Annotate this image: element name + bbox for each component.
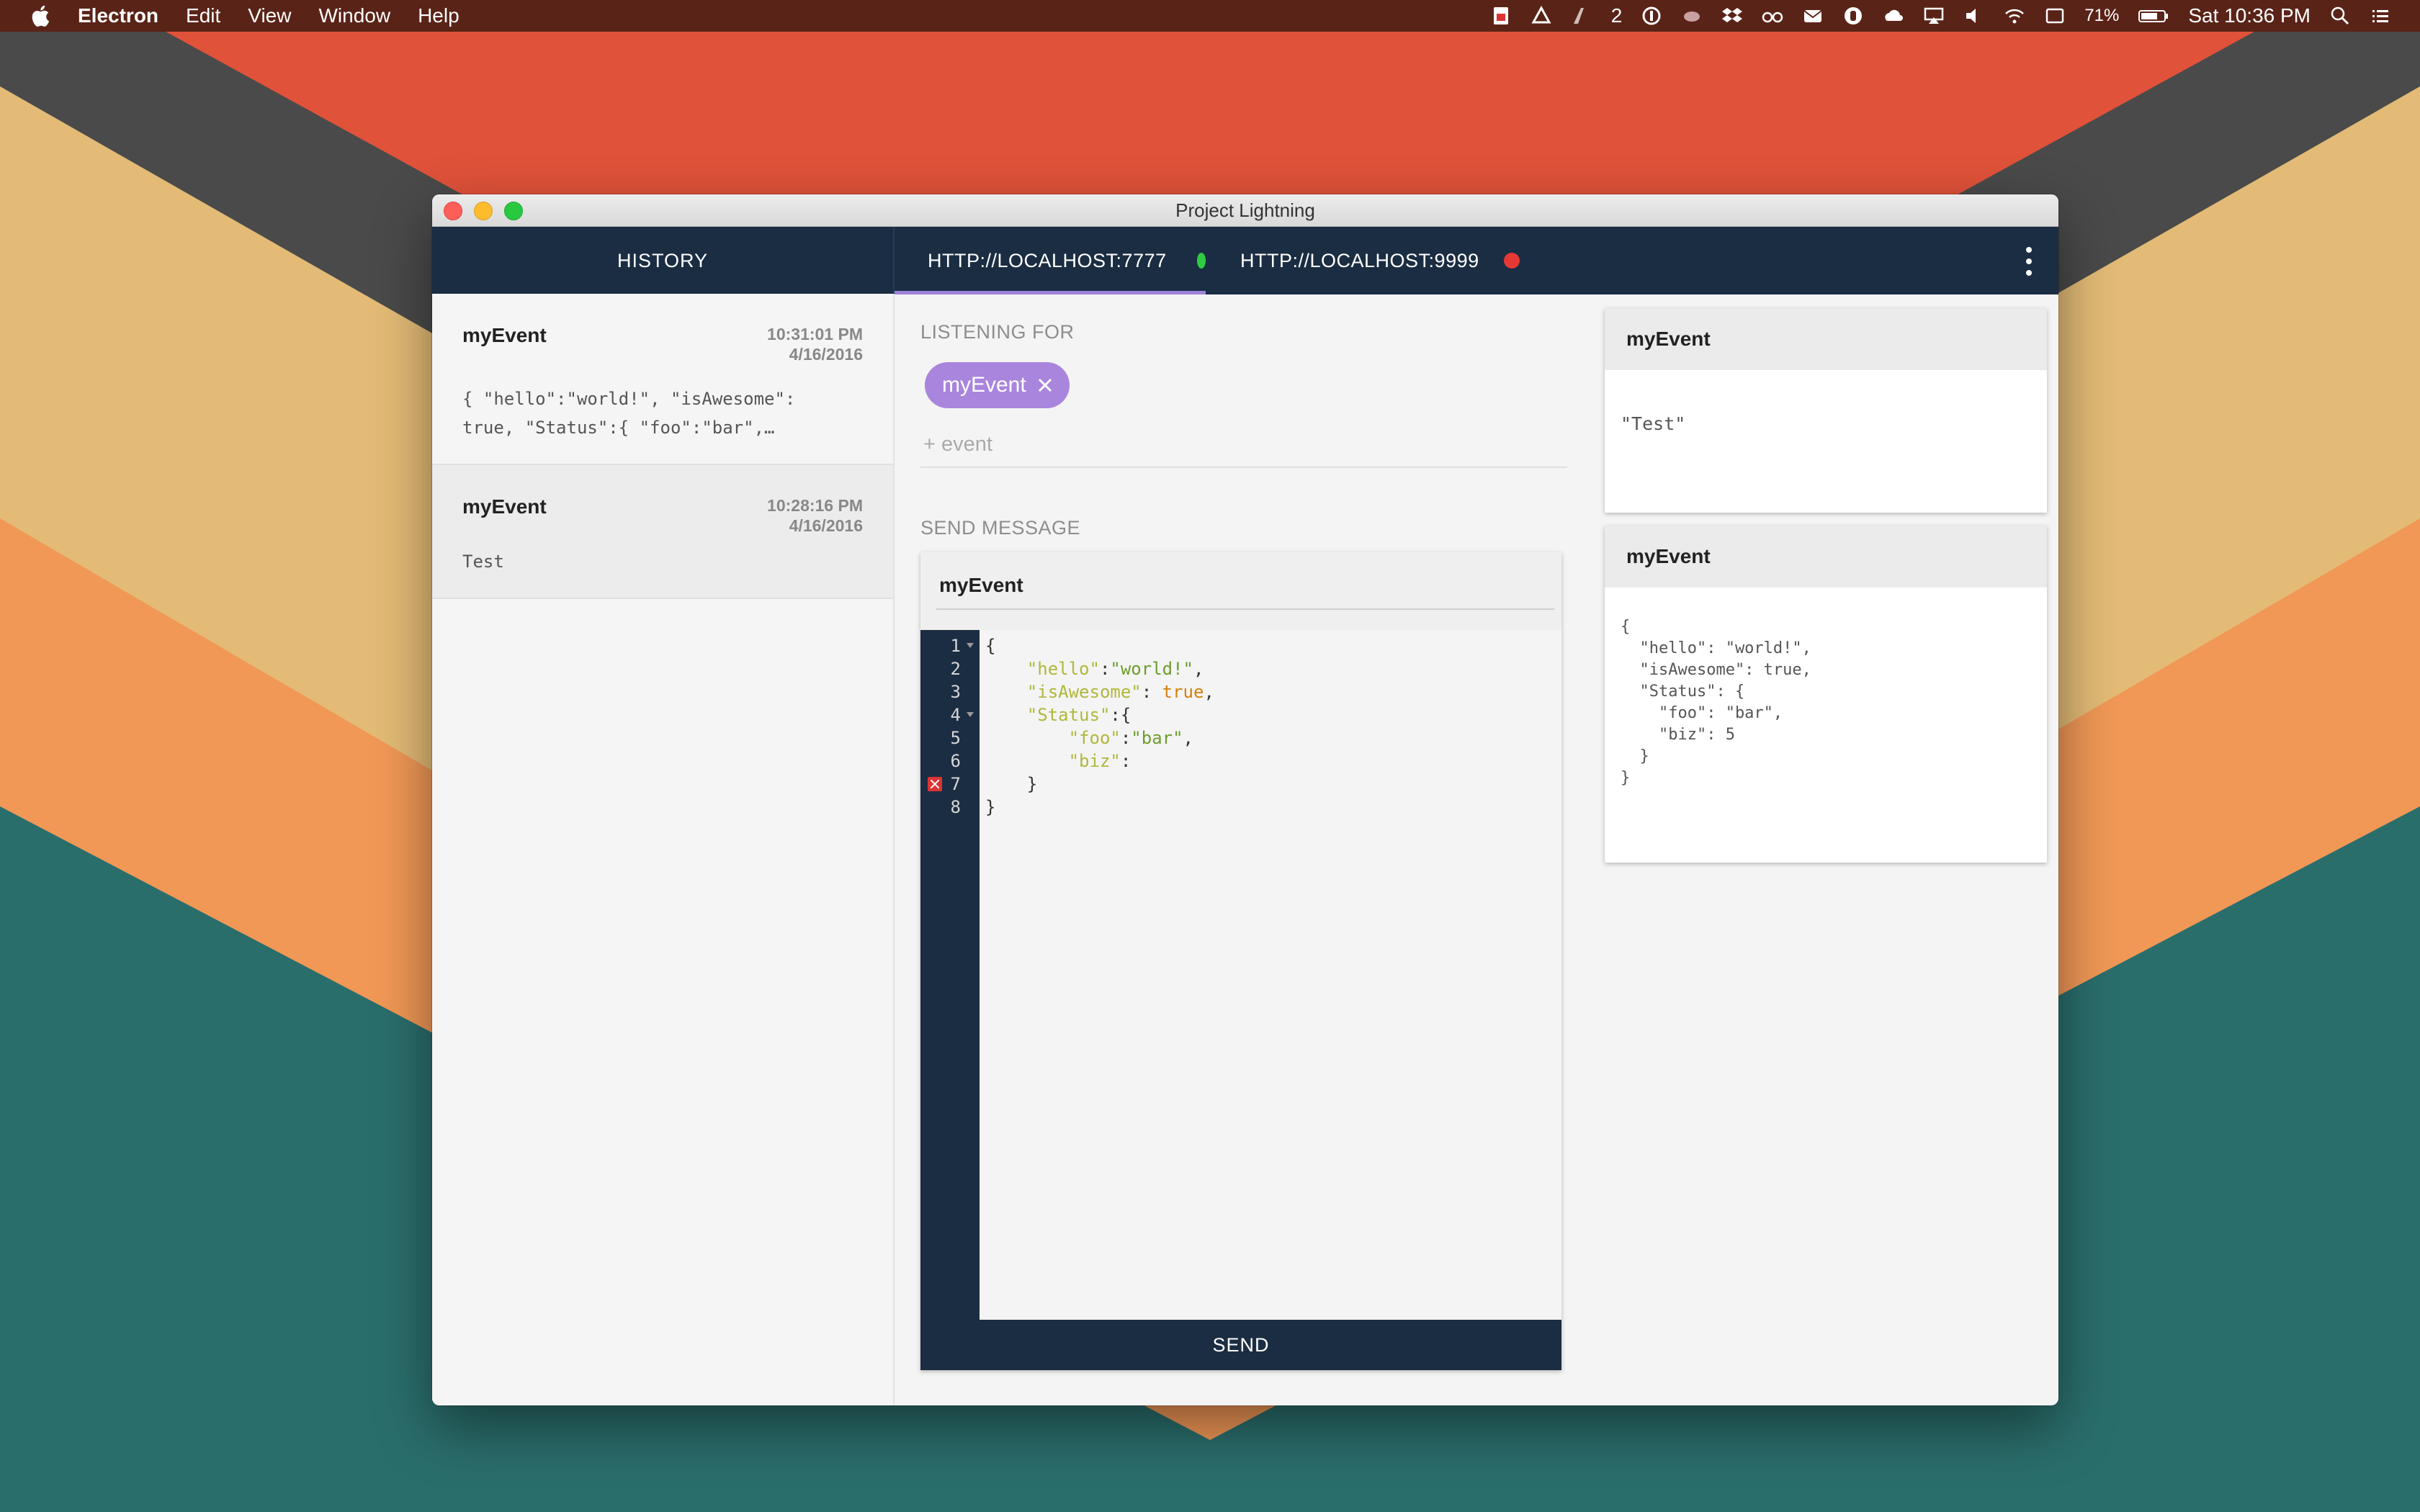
- event-chip[interactable]: myEvent: [925, 362, 1070, 408]
- fold-arrow-icon[interactable]: [967, 712, 974, 717]
- menu-app-electron[interactable]: Electron: [78, 4, 158, 27]
- line-number: 7: [920, 773, 980, 796]
- menu-window[interactable]: Window: [318, 4, 390, 27]
- received-messages-panel: myEvent "Test" myEvent { "hello": "world…: [1605, 308, 2047, 876]
- history-item[interactable]: myEvent 10:28:16 PM 4/16/2016 Test: [432, 465, 893, 599]
- dashlane-icon[interactable]: [1842, 5, 1864, 27]
- add-event-input[interactable]: [920, 430, 1567, 468]
- received-message-body: "Test": [1621, 413, 1686, 434]
- history-panel: myEvent 10:31:01 PM 4/16/2016 { "hello":…: [432, 294, 895, 1405]
- apple-icon[interactable]: [29, 4, 50, 28]
- menu-view[interactable]: View: [248, 4, 291, 27]
- send-message-card: 1 2 3 4 5 6 7 8 { "hello":"world!", "isA…: [920, 552, 1561, 1370]
- app-header: HISTORY HTTP://LOCALHOST:7777 HTTP://LOC…: [432, 227, 2058, 294]
- editor-gutter: 1 2 3 4 5 6 7 8: [920, 630, 980, 1320]
- minimize-window-button[interactable]: [474, 202, 493, 220]
- listening-for-label: LISTENING FOR: [920, 321, 1075, 343]
- more-options-icon[interactable]: [2024, 247, 2034, 276]
- received-message-card: myEvent { "hello": "world!", "isAwesome"…: [1605, 526, 2047, 863]
- menu-edit[interactable]: Edit: [186, 4, 220, 27]
- notification-center-icon[interactable]: [2370, 5, 2391, 27]
- disconnected-status-icon: [1503, 253, 1520, 269]
- line-number: 1: [920, 634, 980, 657]
- mac-menubar: Electron Edit View Window Help 2 71% Sat…: [0, 0, 2420, 32]
- line-number: 4: [920, 703, 980, 726]
- adobe-icon[interactable]: [1571, 5, 1592, 27]
- editor-content[interactable]: { "hello":"world!", "isAwesome": true, "…: [980, 630, 1561, 1320]
- connected-status-icon: [1196, 253, 1206, 269]
- close-window-button[interactable]: [444, 202, 462, 220]
- received-message-body: { "hello": "world!", "isAwesome": true, …: [1621, 618, 1811, 787]
- tab-history-label: HISTORY: [617, 249, 709, 271]
- creative-cloud-icon[interactable]: [1883, 5, 1904, 27]
- fold-arrow-icon[interactable]: [967, 643, 974, 648]
- dropbox-icon[interactable]: [1721, 5, 1743, 27]
- line-number: 5: [950, 728, 961, 748]
- history-timestamp: 10:31:01 PM 4/16/2016: [767, 324, 863, 364]
- zoom-window-button[interactable]: [504, 202, 523, 220]
- airplay-icon[interactable]: [1923, 5, 1945, 27]
- keyboard-icon[interactable]: [2044, 5, 2066, 27]
- history-time: 10:28:16 PM: [767, 496, 863, 515]
- history-date: 4/16/2016: [789, 516, 863, 535]
- spotlight-icon[interactable]: [2329, 5, 2351, 27]
- history-timestamp: 10:28:16 PM 4/16/2016: [767, 495, 863, 536]
- menubar-clock[interactable]: Sat 10:36 PM: [2188, 4, 2311, 27]
- event-name-field[interactable]: [936, 574, 1554, 610]
- event-name-area: [920, 552, 1561, 630]
- line-number: 3: [950, 682, 961, 702]
- tray-badge-count: 2: [1610, 4, 1623, 27]
- mail-icon[interactable]: [1802, 5, 1824, 27]
- battery-icon[interactable]: [2138, 5, 2169, 27]
- send-message-label: SEND MESSAGE: [920, 517, 1081, 539]
- history-preview: { "hello":"world!", "isAwesome": true, "…: [462, 389, 806, 438]
- code-editor[interactable]: 1 2 3 4 5 6 7 8 { "hello":"world!", "isA…: [920, 630, 1561, 1320]
- tab-history[interactable]: HISTORY: [432, 227, 895, 294]
- remove-chip-icon[interactable]: [1036, 377, 1054, 394]
- google-drive-icon[interactable]: [1531, 5, 1552, 27]
- line-number: 8: [950, 797, 961, 817]
- 1password-icon[interactable]: [1641, 5, 1662, 27]
- server-url-label: HTTP://LOCALHOST:9999: [1240, 249, 1479, 271]
- received-event-name: myEvent: [1605, 526, 2047, 588]
- menu-help[interactable]: Help: [418, 4, 460, 27]
- send-button[interactable]: SEND: [920, 1320, 1561, 1370]
- tab-server-9999[interactable]: HTTP://LOCALHOST:9999: [1206, 227, 1554, 294]
- received-message-card: myEvent "Test": [1605, 308, 2047, 513]
- app-window: Project Lightning HISTORY HTTP://LOCALHO…: [432, 194, 2058, 1405]
- cloud-icon[interactable]: [1681, 5, 1703, 27]
- event-chip-label: myEvent: [942, 373, 1026, 397]
- glasses-icon[interactable]: [1762, 5, 1783, 27]
- history-item[interactable]: myEvent 10:31:01 PM 4/16/2016 { "hello":…: [432, 294, 893, 465]
- history-preview: Test: [462, 552, 504, 572]
- window-titlebar[interactable]: Project Lightning: [432, 194, 2058, 227]
- volume-icon[interactable]: [1963, 5, 1985, 27]
- acrobat-icon[interactable]: [1490, 5, 1512, 27]
- server-url-label: HTTP://LOCALHOST:7777: [928, 249, 1167, 271]
- battery-percent: 71%: [2084, 6, 2120, 25]
- tab-server-7777[interactable]: HTTP://LOCALHOST:7777: [895, 227, 1206, 294]
- wifi-icon[interactable]: [2004, 5, 2025, 27]
- history-time: 10:31:01 PM: [767, 325, 863, 343]
- compose-panel: LISTENING FOR myEvent SEND MESSAGE 1 2 3…: [920, 294, 1567, 1405]
- history-date: 4/16/2016: [789, 345, 863, 364]
- window-title: Project Lightning: [1175, 199, 1315, 221]
- received-event-name: myEvent: [1605, 308, 2047, 370]
- syntax-error-icon[interactable]: [928, 777, 942, 791]
- window-controls: [444, 202, 523, 220]
- line-number: 6: [950, 751, 961, 771]
- line-number: 2: [950, 659, 961, 679]
